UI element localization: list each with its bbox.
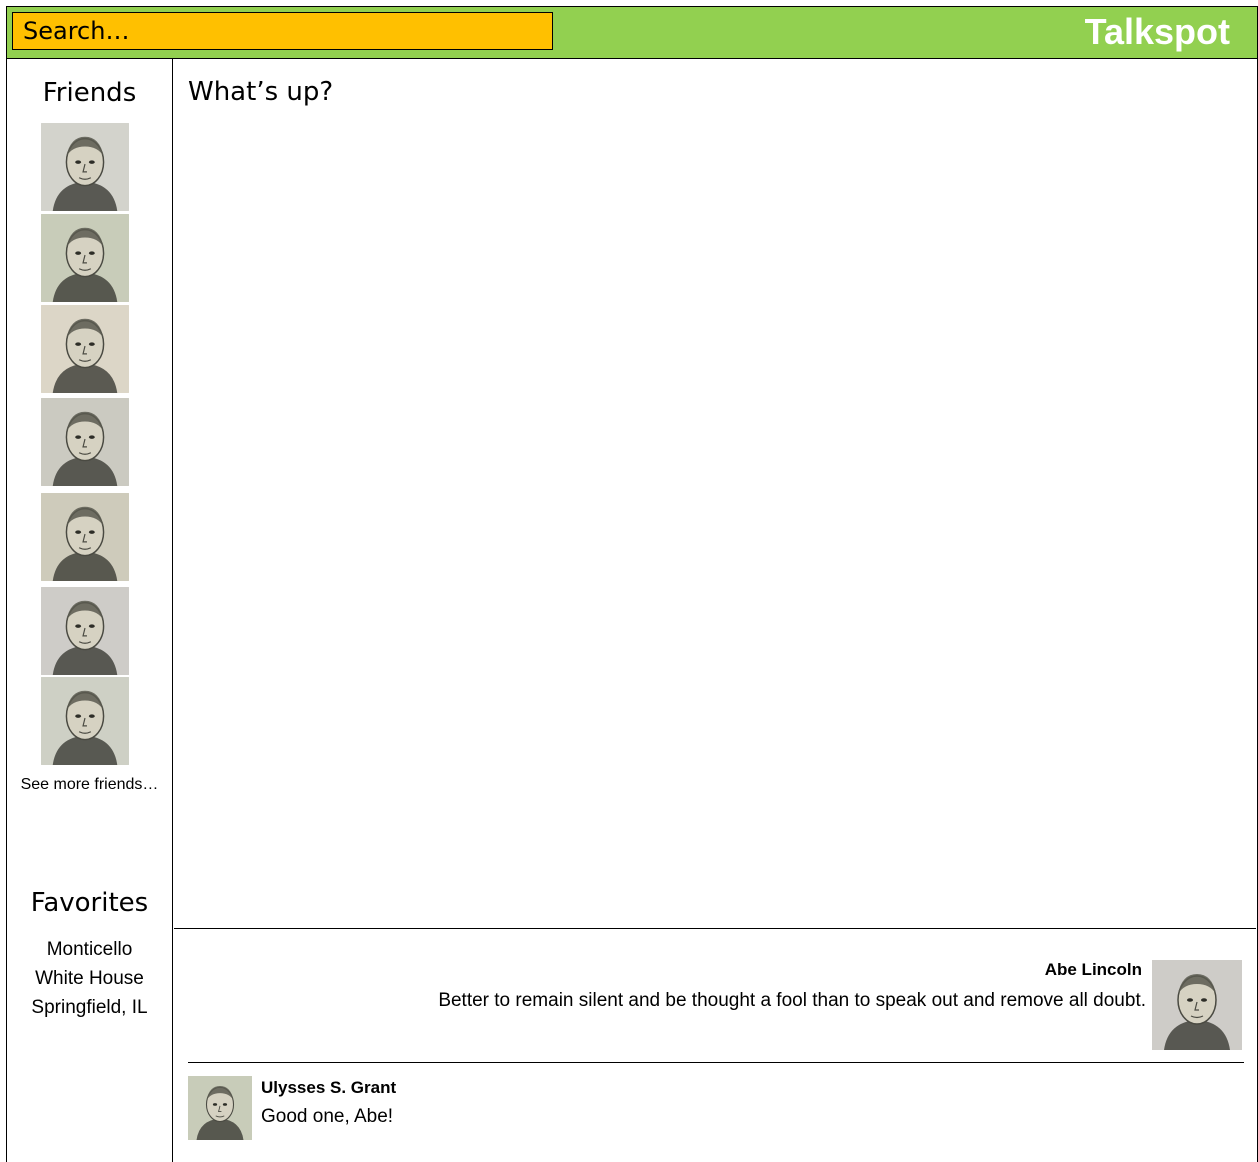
- status-compose-box[interactable]: What’s up?: [174, 60, 1256, 929]
- lincoln-portrait[interactable]: [40, 587, 130, 675]
- favorites-list: Monticello White House Springfield, IL: [6, 935, 173, 1022]
- washington-portrait[interactable]: [40, 398, 130, 486]
- grant-avatar[interactable]: [188, 1076, 252, 1140]
- post-text: Good one, Abe!: [261, 1106, 394, 1127]
- favorite-springfield[interactable]: Springfield, IL: [6, 993, 173, 1022]
- search-input[interactable]: Search…: [12, 12, 553, 50]
- see-more-friends-link[interactable]: See more friends…: [6, 774, 173, 796]
- favorite-monticello[interactable]: Monticello: [6, 935, 173, 964]
- jefferson-portrait[interactable]: [40, 677, 130, 765]
- jackson-portrait[interactable]: [40, 305, 130, 393]
- post-author[interactable]: Ulysses S. Grant: [261, 1078, 396, 1098]
- franklin-portrait[interactable]: [40, 123, 130, 211]
- grant-portrait[interactable]: [40, 214, 130, 302]
- friends-heading: Friends: [42, 78, 137, 108]
- favorite-white-house[interactable]: White House: [6, 964, 173, 993]
- post-author[interactable]: Abe Lincoln: [1045, 960, 1142, 980]
- favorites-heading: Favorites: [30, 888, 149, 918]
- sidebar: Friends See more friends… Favorites Mont…: [6, 59, 173, 1162]
- post-text: Better to remain silent and be thought a…: [438, 990, 1146, 1011]
- feed: Abe Lincoln Better to remain silent and …: [174, 930, 1256, 1162]
- post-divider: [188, 1062, 1244, 1063]
- lincoln-avatar[interactable]: [1152, 960, 1242, 1050]
- compose-placeholder: What’s up?: [188, 77, 334, 107]
- brand-logo: Talkspot: [1084, 11, 1230, 52]
- hamilton-portrait[interactable]: [40, 493, 130, 581]
